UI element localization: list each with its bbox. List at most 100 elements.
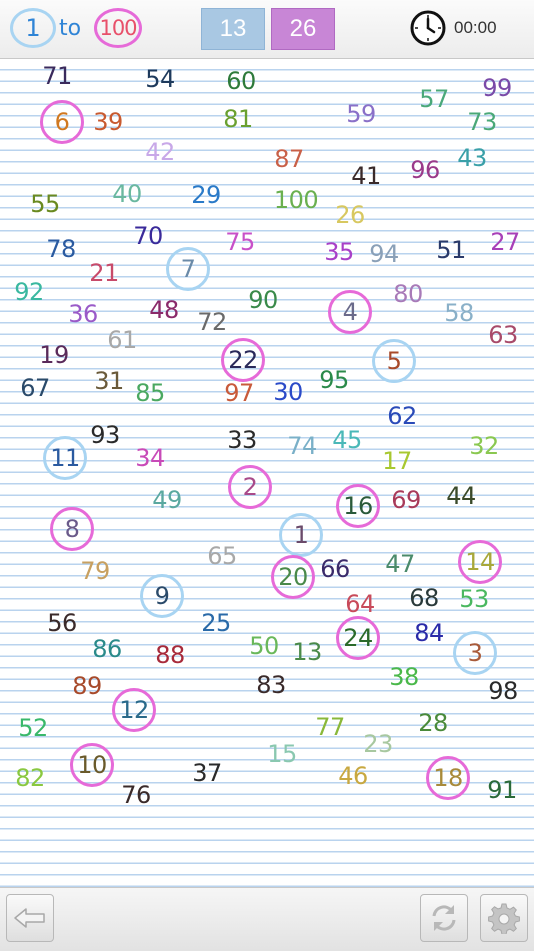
number-tile-42[interactable]: 42: [145, 140, 175, 164]
number-tile-9[interactable]: 9: [155, 584, 170, 608]
number-tile-22[interactable]: 22: [228, 348, 258, 372]
number-tile-58[interactable]: 58: [444, 301, 474, 325]
number-tile-49[interactable]: 49: [152, 488, 182, 512]
number-tile-94[interactable]: 94: [369, 242, 399, 266]
number-tile-71[interactable]: 71: [42, 64, 72, 88]
number-tile-41[interactable]: 41: [351, 164, 381, 188]
number-tile-59[interactable]: 59: [346, 102, 376, 126]
number-tile-53[interactable]: 53: [459, 587, 489, 611]
number-tile-46[interactable]: 46: [338, 764, 368, 788]
number-tile-1[interactable]: 1: [294, 523, 309, 547]
number-tile-2[interactable]: 2: [243, 475, 258, 499]
number-tile-13[interactable]: 13: [292, 640, 322, 664]
number-tile-86[interactable]: 86: [92, 637, 122, 661]
number-tile-31[interactable]: 31: [94, 369, 124, 393]
number-tile-54[interactable]: 54: [145, 67, 175, 91]
settings-button[interactable]: [480, 894, 528, 942]
number-tile-57[interactable]: 57: [419, 87, 449, 111]
number-tile-48[interactable]: 48: [149, 298, 179, 322]
number-tile-14[interactable]: 14: [465, 550, 495, 574]
number-tile-47[interactable]: 47: [385, 552, 415, 576]
number-tile-87[interactable]: 87: [274, 147, 304, 171]
number-tile-98[interactable]: 98: [488, 679, 518, 703]
number-tile-80[interactable]: 80: [393, 282, 423, 306]
number-tile-45[interactable]: 45: [332, 428, 362, 452]
number-tile-62[interactable]: 62: [387, 404, 417, 428]
number-tile-55[interactable]: 55: [30, 192, 60, 216]
number-tile-91[interactable]: 91: [487, 778, 517, 802]
number-tile-85[interactable]: 85: [135, 381, 165, 405]
number-tile-3[interactable]: 3: [468, 641, 483, 665]
number-tile-24[interactable]: 24: [343, 626, 373, 650]
number-tile-8[interactable]: 8: [65, 517, 80, 541]
number-tile-23[interactable]: 23: [363, 732, 393, 756]
number-tile-50[interactable]: 50: [249, 634, 279, 658]
number-tile-81[interactable]: 81: [223, 107, 253, 131]
number-tile-77[interactable]: 77: [315, 715, 345, 739]
number-tile-76[interactable]: 76: [121, 783, 151, 807]
number-tile-64[interactable]: 64: [345, 592, 375, 616]
number-tile-26[interactable]: 26: [335, 203, 365, 227]
number-tile-69[interactable]: 69: [391, 488, 421, 512]
number-tile-25[interactable]: 25: [201, 611, 231, 635]
number-tile-82[interactable]: 82: [15, 766, 45, 790]
number-tile-18[interactable]: 18: [433, 766, 463, 790]
number-tile-79[interactable]: 79: [80, 559, 110, 583]
number-tile-83[interactable]: 83: [256, 673, 286, 697]
number-tile-75[interactable]: 75: [225, 230, 255, 254]
number-tile-56[interactable]: 56: [47, 611, 77, 635]
number-tile-66[interactable]: 66: [320, 557, 350, 581]
number-tile-37[interactable]: 37: [192, 761, 222, 785]
number-tile-29[interactable]: 29: [191, 183, 221, 207]
number-tile-97[interactable]: 97: [224, 381, 254, 405]
number-tile-16[interactable]: 16: [343, 494, 373, 518]
number-tile-35[interactable]: 35: [324, 240, 354, 264]
number-tile-15[interactable]: 15: [267, 742, 297, 766]
number-tile-70[interactable]: 70: [133, 224, 163, 248]
number-tile-60[interactable]: 60: [226, 69, 256, 93]
number-tile-44[interactable]: 44: [446, 484, 476, 508]
number-tile-90[interactable]: 90: [248, 288, 278, 312]
number-tile-95[interactable]: 95: [319, 368, 349, 392]
number-tile-17[interactable]: 17: [382, 449, 412, 473]
number-tile-61[interactable]: 61: [107, 328, 137, 352]
number-tile-99[interactable]: 99: [482, 76, 512, 100]
number-tile-38[interactable]: 38: [389, 665, 419, 689]
number-tile-65[interactable]: 65: [207, 544, 237, 568]
back-button[interactable]: [6, 894, 54, 942]
number-tile-39[interactable]: 39: [93, 110, 123, 134]
number-tile-27[interactable]: 27: [490, 230, 520, 254]
number-tile-30[interactable]: 30: [273, 380, 303, 404]
number-tile-12[interactable]: 12: [119, 698, 149, 722]
number-tile-78[interactable]: 78: [46, 237, 76, 261]
number-tile-84[interactable]: 84: [414, 621, 444, 645]
number-tile-19[interactable]: 19: [39, 343, 69, 367]
number-tile-51[interactable]: 51: [436, 238, 466, 262]
number-tile-93[interactable]: 93: [90, 423, 120, 447]
number-tile-74[interactable]: 74: [287, 434, 317, 458]
number-tile-63[interactable]: 63: [488, 323, 518, 347]
number-tile-5[interactable]: 5: [387, 349, 402, 373]
number-tile-40[interactable]: 40: [112, 182, 142, 206]
number-tile-32[interactable]: 32: [469, 434, 499, 458]
number-tile-100[interactable]: 100: [274, 188, 319, 212]
number-tile-89[interactable]: 89: [72, 674, 102, 698]
number-tile-11[interactable]: 11: [50, 446, 80, 470]
number-tile-72[interactable]: 72: [197, 310, 227, 334]
number-tile-33[interactable]: 33: [227, 428, 257, 452]
number-tile-68[interactable]: 68: [409, 586, 439, 610]
number-tile-67[interactable]: 67: [20, 376, 50, 400]
number-tile-28[interactable]: 28: [418, 711, 448, 735]
number-tile-34[interactable]: 34: [135, 446, 165, 470]
number-tile-43[interactable]: 43: [457, 146, 487, 170]
number-tile-20[interactable]: 20: [278, 565, 308, 589]
number-tile-36[interactable]: 36: [68, 302, 98, 326]
number-tile-73[interactable]: 73: [467, 110, 497, 134]
number-tile-92[interactable]: 92: [14, 280, 44, 304]
number-tile-21[interactable]: 21: [89, 261, 119, 285]
number-tile-7[interactable]: 7: [181, 257, 196, 281]
number-tile-52[interactable]: 52: [18, 716, 48, 740]
number-tile-4[interactable]: 4: [343, 300, 358, 324]
number-tile-6[interactable]: 6: [55, 110, 70, 134]
number-tile-88[interactable]: 88: [155, 643, 185, 667]
